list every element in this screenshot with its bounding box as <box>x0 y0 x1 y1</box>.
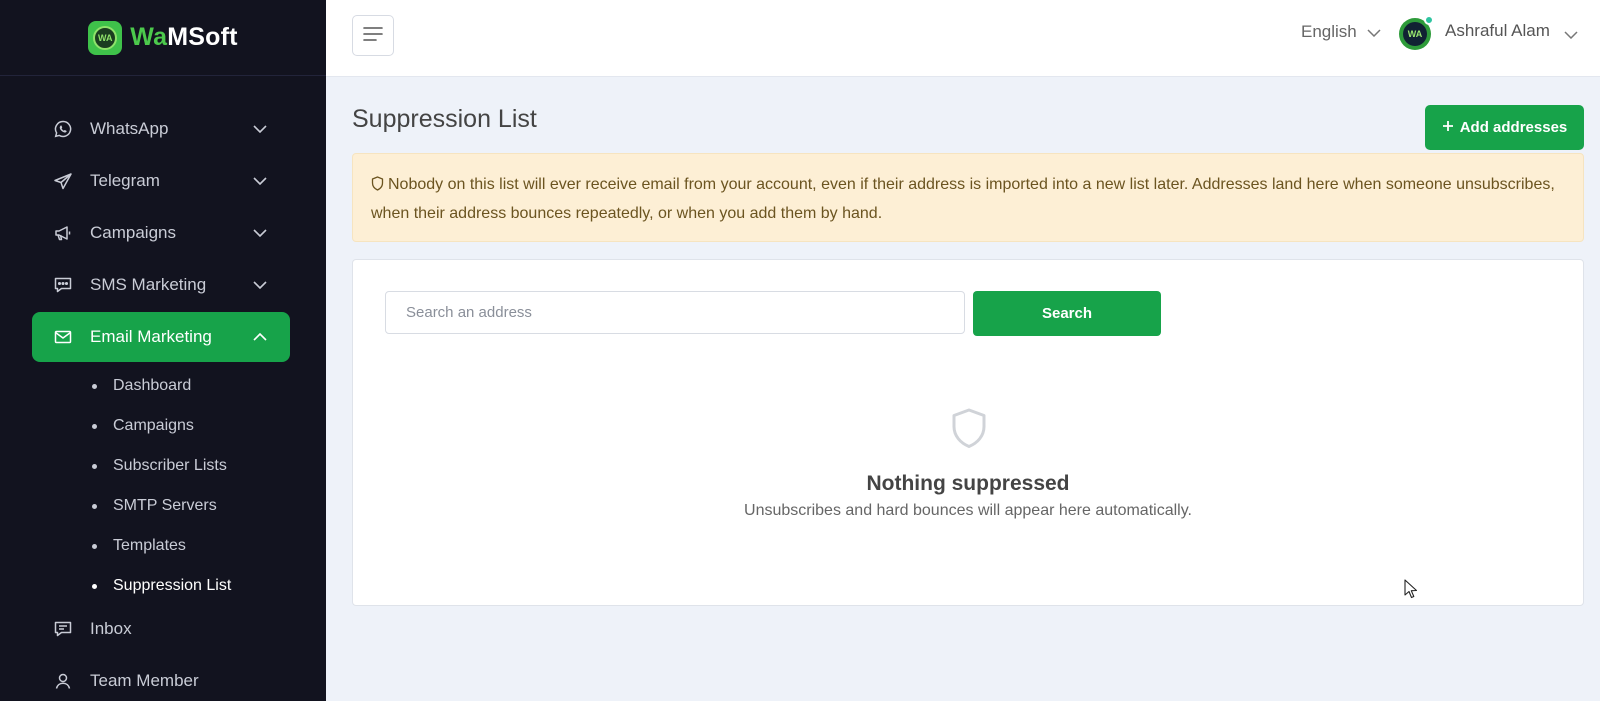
user-icon <box>52 670 74 692</box>
menu-toggle-button[interactable] <box>352 15 394 56</box>
mouse-cursor-icon <box>1404 579 1418 599</box>
topbar: English WA Ashraful Alam <box>326 0 1600 77</box>
add-addresses-button[interactable]: Add addresses <box>1425 105 1584 150</box>
sidebar-item-label: WhatsApp <box>90 119 169 138</box>
brand-logo-mark: WA <box>93 25 118 50</box>
subnav-item-suppression-list[interactable]: Suppression List <box>92 574 231 598</box>
brand[interactable]: WA WaMSoft <box>0 0 326 76</box>
sidebar-item-telegram[interactable]: Telegram <box>32 156 290 206</box>
subnav-item-templates[interactable]: Templates <box>92 534 186 558</box>
language-selector[interactable]: English <box>1301 22 1381 42</box>
subnav-item-label: Dashboard <box>113 377 192 394</box>
language-label: English <box>1301 22 1357 41</box>
suppression-notice: Nobody on this list will ever receive em… <box>352 153 1584 242</box>
bullet-dot <box>92 543 97 549</box>
user-menu[interactable]: WA Ashraful Alam <box>1399 15 1578 50</box>
subnav-item-campaigns[interactable]: Campaigns <box>92 414 194 438</box>
mail-icon <box>52 326 74 348</box>
inbox-icon <box>52 618 74 640</box>
chevron-down-icon <box>252 277 268 293</box>
chevron-down-icon <box>252 225 268 241</box>
sidebar: WA WaMSoft WhatsApp Telegram Campaigns S… <box>0 0 326 701</box>
online-status-dot <box>1424 15 1434 25</box>
search-button[interactable]: Search <box>973 291 1161 336</box>
sidebar-item-email-marketing[interactable]: Email Marketing <box>32 312 290 362</box>
empty-state-title: Nothing suppressed <box>866 472 1070 495</box>
subnav-item-label: SMTP Servers <box>113 497 217 514</box>
notice-text: Nobody on this list will ever receive em… <box>371 176 1555 222</box>
avatar: WA <box>1399 15 1434 50</box>
subnav-item-label: Subscriber Lists <box>113 457 227 474</box>
chevron-down-icon <box>252 173 268 189</box>
avatar-mark: WA <box>1403 22 1427 46</box>
brand-name-rest: MSoft <box>167 23 238 51</box>
sidebar-item-sms-marketing[interactable]: SMS Marketing <box>32 260 290 310</box>
chevron-down-icon <box>1367 22 1381 42</box>
sidebar-item-label: Inbox <box>90 619 132 638</box>
chevron-down-icon <box>1564 24 1578 44</box>
bullet-dot <box>92 383 97 389</box>
chevron-down-icon <box>252 121 268 137</box>
suppression-card: Search Nothing suppressed Unsubscribes a… <box>352 259 1584 606</box>
bullet-dot <box>92 583 97 589</box>
bullet-dot <box>92 503 97 509</box>
sidebar-item-label: SMS Marketing <box>90 275 207 294</box>
subnav-item-label: Templates <box>113 537 186 554</box>
bullet-dot <box>92 423 97 429</box>
sidebar-item-label: Team Member <box>90 671 199 690</box>
user-name: Ashraful Alam <box>1445 21 1550 40</box>
telegram-icon <box>52 170 74 192</box>
chevron-up-icon <box>252 329 268 345</box>
empty-state-subtitle: Unsubscribes and hard bounces will appea… <box>744 502 1192 519</box>
sidebar-item-campaigns[interactable]: Campaigns <box>32 208 290 258</box>
bullet-dot <box>92 463 97 469</box>
subnav-item-label: Suppression List <box>113 577 232 594</box>
brand-name: WaMSoft <box>130 23 237 52</box>
sidebar-item-inbox[interactable]: Inbox <box>32 604 290 654</box>
shield-icon <box>371 173 384 200</box>
brand-logo-icon: WA <box>88 20 123 55</box>
sidebar-item-label: Email Marketing <box>90 327 212 346</box>
whatsapp-icon <box>52 118 74 140</box>
brand-name-accent: Wa <box>130 23 168 51</box>
sidebar-item-whatsapp[interactable]: WhatsApp <box>32 104 290 154</box>
subnav-item-dashboard[interactable]: Dashboard <box>92 374 191 398</box>
add-addresses-label: Add addresses <box>1459 119 1568 136</box>
sidebar-item-team-member[interactable]: Team Member <box>32 656 290 701</box>
sidebar-item-label: Telegram <box>90 171 160 190</box>
plus-icon <box>1442 119 1454 136</box>
sms-icon <box>52 274 74 296</box>
search-input[interactable] <box>385 291 965 334</box>
subnav-item-label: Campaigns <box>113 417 194 434</box>
subnav-item-subscriber-lists[interactable]: Subscriber Lists <box>92 454 227 478</box>
megaphone-icon <box>52 222 74 244</box>
subnav-item-smtp-servers[interactable]: SMTP Servers <box>92 494 217 518</box>
hamburger-icon <box>363 26 383 45</box>
sidebar-item-label: Campaigns <box>90 223 176 242</box>
shield-icon <box>949 407 989 449</box>
page-title: Suppression List <box>352 105 537 133</box>
